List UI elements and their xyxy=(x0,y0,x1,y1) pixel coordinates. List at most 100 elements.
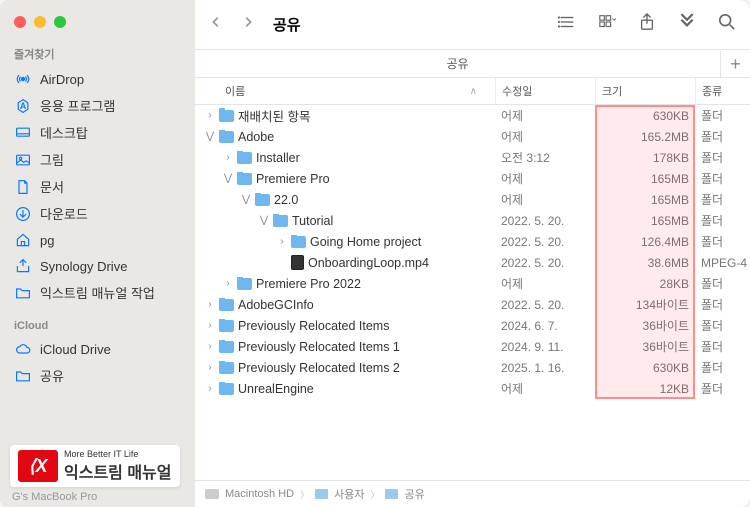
file-size: 178KB xyxy=(595,151,695,165)
file-size: 165MB xyxy=(595,214,695,228)
folder-icon xyxy=(219,362,234,374)
file-row[interactable]: ›AdobeGCInfo2022. 5. 20.134바이트폴더 xyxy=(195,294,750,315)
new-tab-button[interactable]: + xyxy=(720,51,750,77)
path-segment[interactable]: 사용자 xyxy=(334,486,364,502)
sidebar-item-home[interactable]: pg xyxy=(0,227,195,253)
sidebar-item-downloads[interactable]: 다운로드 xyxy=(0,200,195,227)
file-size: 36바이트 xyxy=(595,317,695,334)
sidebar-item-shared[interactable]: 공유 xyxy=(0,362,195,389)
disclosure-icon[interactable]: ⋁ xyxy=(205,131,215,142)
sidebar-item-synology[interactable]: Synology Drive xyxy=(0,253,195,279)
sidebar-item-documents[interactable]: 문서 xyxy=(0,173,195,200)
file-date: 어제 xyxy=(495,170,595,187)
sidebar-item-desktop[interactable]: 데스크탑 xyxy=(0,119,195,146)
file-date: 2022. 5. 20. xyxy=(495,214,595,228)
file-row[interactable]: ⋁Premiere Pro어제165MB폴더 xyxy=(195,168,750,189)
file-name: Going Home project xyxy=(310,235,421,249)
disclosure-icon[interactable]: › xyxy=(223,152,233,163)
disclosure-icon[interactable]: › xyxy=(205,383,215,394)
file-row[interactable]: ›Premiere Pro 2022어제28KB폴더 xyxy=(195,273,750,294)
downloads-icon xyxy=(14,205,32,223)
file-row[interactable]: ›OnboardingLoop.mp42022. 5. 20.38.6MBMPE… xyxy=(195,252,750,273)
file-date: 오전 3:12 xyxy=(495,149,595,166)
zoom-button[interactable] xyxy=(54,16,66,28)
tab-shared[interactable]: 공유 xyxy=(195,50,720,77)
sidebar-item-label: pg xyxy=(40,233,54,248)
path-segment[interactable]: Macintosh HD xyxy=(225,488,294,500)
file-name: Adobe xyxy=(238,130,274,144)
disclosure-icon[interactable]: › xyxy=(205,320,215,331)
file-row[interactable]: ⋁22.0어제165MB폴더 xyxy=(195,189,750,210)
disclosure-icon[interactable]: › xyxy=(205,341,215,352)
disclosure-icon[interactable]: › xyxy=(223,278,233,289)
column-kind[interactable]: 종류 xyxy=(695,78,750,104)
sidebar-item-label: 데스크탑 xyxy=(40,123,88,142)
hd-icon xyxy=(205,489,219,499)
disclosure-icon[interactable]: › xyxy=(205,110,215,121)
file-row[interactable]: ›Previously Relocated Items2024. 6. 7.36… xyxy=(195,315,750,336)
group-icon[interactable] xyxy=(598,13,616,36)
file-row[interactable]: ›Going Home project2022. 5. 20.126.4MB폴더 xyxy=(195,231,750,252)
path-segment[interactable]: 공유 xyxy=(404,486,424,502)
file-size: 134바이트 xyxy=(595,296,695,313)
sidebar-item-label: 그림 xyxy=(40,150,64,169)
sidebar-item-cloud[interactable]: iCloud Drive xyxy=(0,336,195,362)
file-size: 12KB xyxy=(595,382,695,396)
sidebar-item-label: 공유 xyxy=(40,366,64,385)
folder-icon xyxy=(219,341,234,353)
sidebar-item-folder[interactable]: 익스트림 매뉴얼 작업 xyxy=(0,279,195,306)
file-size: 126.4MB xyxy=(595,235,695,249)
file-kind: 폴더 xyxy=(695,338,750,355)
airdrop-icon xyxy=(14,70,32,88)
search-icon[interactable] xyxy=(718,13,736,36)
shared-icon xyxy=(14,367,32,385)
sidebar-item-label: AirDrop xyxy=(40,72,84,87)
chevron-right-icon: 〉 xyxy=(300,488,309,501)
sidebar-item-apps[interactable]: A응용 프로그램 xyxy=(0,92,195,119)
share-icon[interactable] xyxy=(638,13,656,36)
file-row[interactable]: ›Installer오전 3:12178KB폴더 xyxy=(195,147,750,168)
more-icon[interactable] xyxy=(678,13,696,36)
file-list: ›재배치된 항목어제630KB폴더⋁Adobe어제165.2MB폴더›Insta… xyxy=(195,105,750,480)
desktop-icon xyxy=(14,124,32,142)
file-row[interactable]: ⋁Adobe어제165.2MB폴더 xyxy=(195,126,750,147)
svg-text:A: A xyxy=(20,101,27,111)
file-row[interactable]: ⋁Tutorial2022. 5. 20.165MB폴더 xyxy=(195,210,750,231)
disclosure-icon[interactable]: › xyxy=(205,299,215,310)
file-row[interactable]: ›Previously Relocated Items 12024. 9. 11… xyxy=(195,336,750,357)
disclosure-icon[interactable]: › xyxy=(205,362,215,373)
column-name[interactable]: 이름 ∧ xyxy=(195,78,495,104)
minimize-button[interactable] xyxy=(34,16,46,28)
file-kind: MPEG-4 xyxy=(695,256,750,270)
file-size: 630KB xyxy=(595,361,695,375)
folder-icon xyxy=(219,110,234,122)
window-title: 공유 xyxy=(273,14,548,35)
folder-icon xyxy=(237,278,252,290)
close-button[interactable] xyxy=(14,16,26,28)
file-kind: 폴더 xyxy=(695,212,750,229)
favorites-header: 즐겨찾기 xyxy=(0,40,195,66)
forward-button[interactable] xyxy=(241,15,255,34)
column-size[interactable]: 크기 xyxy=(595,78,695,104)
sidebar-item-airdrop[interactable]: AirDrop xyxy=(0,66,195,92)
view-list-icon[interactable] xyxy=(558,13,576,36)
back-button[interactable] xyxy=(209,15,223,34)
sidebar-item-label: Synology Drive xyxy=(40,259,127,274)
file-name: UnrealEngine xyxy=(238,382,314,396)
sidebar-item-pictures[interactable]: 그림 xyxy=(0,146,195,173)
disclosure-icon[interactable]: › xyxy=(277,236,287,247)
file-kind: 폴더 xyxy=(695,149,750,166)
disclosure-icon[interactable]: ⋁ xyxy=(241,194,251,205)
file-row[interactable]: ›UnrealEngine어제12KB폴더 xyxy=(195,378,750,399)
finder-window: 즐겨찾기 AirDrop A응용 프로그램데스크탑그림문서다운로드 pg Synolo… xyxy=(0,0,750,507)
folder-icon xyxy=(315,489,328,499)
file-row[interactable]: ›Previously Relocated Items 22025. 1. 16… xyxy=(195,357,750,378)
file-row[interactable]: ›재배치된 항목어제630KB폴더 xyxy=(195,105,750,126)
disclosure-icon[interactable]: ⋁ xyxy=(259,215,269,226)
sidebar-item-label: 문서 xyxy=(40,177,64,196)
file-name: 22.0 xyxy=(274,193,298,207)
column-date[interactable]: 수정일 xyxy=(495,78,595,104)
column-headers: 이름 ∧ 수정일 크기 종류 xyxy=(195,78,750,105)
apps-icon: A xyxy=(14,97,32,115)
disclosure-icon[interactable]: ⋁ xyxy=(223,173,233,184)
